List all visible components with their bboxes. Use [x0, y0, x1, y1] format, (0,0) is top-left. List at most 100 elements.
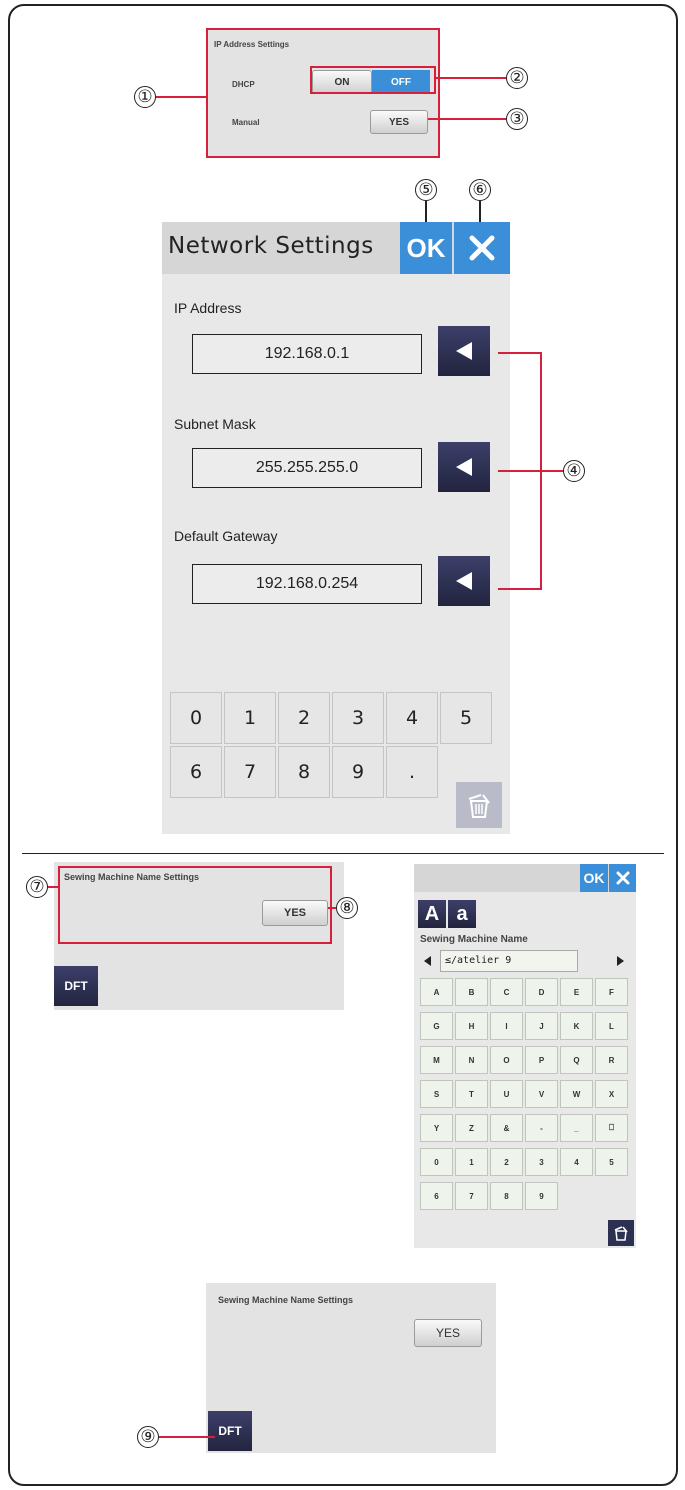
arrow-left-icon — [424, 956, 431, 966]
subnet-mask-field[interactable]: 255.255.255.0 — [192, 448, 422, 488]
key-30[interactable]: 0 — [420, 1148, 453, 1176]
keyboard-screen: OK A a Sewing Machine Name ≤/atelier 9 A… — [414, 864, 636, 1248]
numkey-0[interactable]: 0 — [170, 692, 222, 744]
keyboard-delete-button[interactable] — [608, 1220, 634, 1246]
default-gateway-edit-button[interactable] — [438, 556, 490, 606]
arrow-right-icon — [617, 956, 624, 966]
numkey-5[interactable]: 5 — [440, 692, 492, 744]
numkey-2[interactable]: 2 — [278, 692, 330, 744]
callout-1: ① — [134, 86, 156, 108]
subnet-mask-label: Subnet Mask — [174, 416, 256, 432]
key-22[interactable]: W — [560, 1080, 593, 1108]
key-3[interactable]: D — [525, 978, 558, 1006]
subnet-mask-edit-button[interactable] — [438, 442, 490, 492]
callout-8: ⑧ — [336, 897, 358, 919]
key-27[interactable]: - — [525, 1114, 558, 1142]
keyboard-ok-button[interactable]: OK — [580, 864, 608, 892]
cursor-left-button[interactable] — [418, 950, 438, 972]
uppercase-button[interactable]: A — [418, 900, 446, 928]
key-6[interactable]: G — [420, 1012, 453, 1040]
ip-address-field[interactable]: 192.168.0.1 — [192, 334, 422, 374]
key-11[interactable]: L — [595, 1012, 628, 1040]
key-37[interactable]: 7 — [455, 1182, 488, 1210]
key-34[interactable]: 4 — [560, 1148, 593, 1176]
arrow-left-icon — [456, 572, 472, 590]
key-7[interactable]: H — [455, 1012, 488, 1040]
name-yes-button-2[interactable]: YES — [414, 1319, 482, 1347]
dft-button[interactable]: DFT — [54, 966, 98, 1006]
key-39[interactable]: 9 — [525, 1182, 558, 1210]
key-9[interactable]: J — [525, 1012, 558, 1040]
callout-5: ⑤ — [415, 179, 437, 201]
numkey-8[interactable]: 8 — [278, 746, 330, 798]
key-1[interactable]: B — [455, 978, 488, 1006]
key-16[interactable]: Q — [560, 1046, 593, 1074]
close-icon — [616, 871, 629, 885]
key-17[interactable]: R — [595, 1046, 628, 1074]
callout-1-line — [156, 96, 206, 98]
callout-2-line — [436, 77, 506, 79]
key-25[interactable]: Z — [455, 1114, 488, 1142]
arrow-left-icon — [456, 458, 472, 476]
key-29[interactable]: ⎕ — [595, 1114, 628, 1142]
key-23[interactable]: X — [595, 1080, 628, 1108]
numkey-6[interactable]: 6 — [170, 746, 222, 798]
cursor-right-button[interactable] — [610, 950, 630, 972]
callout-4-line-mid — [498, 470, 526, 472]
key-15[interactable]: P — [525, 1046, 558, 1074]
key-5[interactable]: F — [595, 978, 628, 1006]
numkey-7[interactable]: 7 — [224, 746, 276, 798]
key-32[interactable]: 2 — [490, 1148, 523, 1176]
key-21[interactable]: V — [525, 1080, 558, 1108]
keyboard-cancel-button[interactable] — [609, 864, 636, 892]
lowercase-button[interactable]: a — [448, 900, 476, 928]
key-38[interactable]: 8 — [490, 1182, 523, 1210]
key-2[interactable]: C — [490, 978, 523, 1006]
numkey-3[interactable]: 3 — [332, 692, 384, 744]
key-31[interactable]: 1 — [455, 1148, 488, 1176]
key-24[interactable]: Y — [420, 1114, 453, 1142]
numkey-1[interactable]: 1 — [224, 692, 276, 744]
dft-button-2[interactable]: DFT — [208, 1411, 252, 1451]
key-20[interactable]: U — [490, 1080, 523, 1108]
ip-address-edit-button[interactable] — [438, 326, 490, 376]
ok-button[interactable]: OK — [400, 222, 452, 274]
key-18[interactable]: S — [420, 1080, 453, 1108]
key-26[interactable]: & — [490, 1114, 523, 1142]
key-33[interactable]: 3 — [525, 1148, 558, 1176]
name-settings-title-2: Sewing Machine Name Settings — [218, 1295, 354, 1305]
key-12[interactable]: M — [420, 1046, 453, 1074]
callout-7: ⑦ — [26, 876, 48, 898]
default-gateway-field[interactable]: 192.168.0.254 — [192, 564, 422, 604]
callout-4-line-bottom — [498, 588, 540, 590]
callout-3: ③ — [506, 108, 528, 130]
numkey-4[interactable]: 4 — [386, 692, 438, 744]
trash-icon — [468, 794, 490, 818]
trash-icon — [614, 1226, 628, 1241]
callout-3-line — [428, 118, 506, 120]
default-gateway-label: Default Gateway — [174, 528, 278, 544]
key-8[interactable]: I — [490, 1012, 523, 1040]
close-icon — [469, 235, 495, 261]
numkey-9[interactable]: 9 — [332, 746, 384, 798]
cancel-button[interactable] — [454, 222, 510, 274]
network-title: Network Settings — [168, 233, 374, 259]
callout-8-line — [328, 907, 336, 909]
key-14[interactable]: O — [490, 1046, 523, 1074]
key-36[interactable]: 6 — [420, 1182, 453, 1210]
name-input[interactable]: ≤/atelier 9 — [440, 950, 578, 972]
key-10[interactable]: K — [560, 1012, 593, 1040]
numkey-dot[interactable]: . — [386, 746, 438, 798]
network-settings-screen: Network Settings OK IP Address 192.168.0… — [162, 222, 510, 834]
key-19[interactable]: T — [455, 1080, 488, 1108]
key-28[interactable]: _ — [560, 1114, 593, 1142]
key-35[interactable]: 5 — [595, 1148, 628, 1176]
callout-2: ② — [506, 67, 528, 89]
key-0[interactable]: A — [420, 978, 453, 1006]
key-13[interactable]: N — [455, 1046, 488, 1074]
callout-9: ⑨ — [137, 1426, 159, 1448]
name-settings-highlight — [58, 866, 332, 944]
callout-6: ⑥ — [469, 179, 491, 201]
key-4[interactable]: E — [560, 978, 593, 1006]
delete-button[interactable] — [456, 782, 502, 828]
